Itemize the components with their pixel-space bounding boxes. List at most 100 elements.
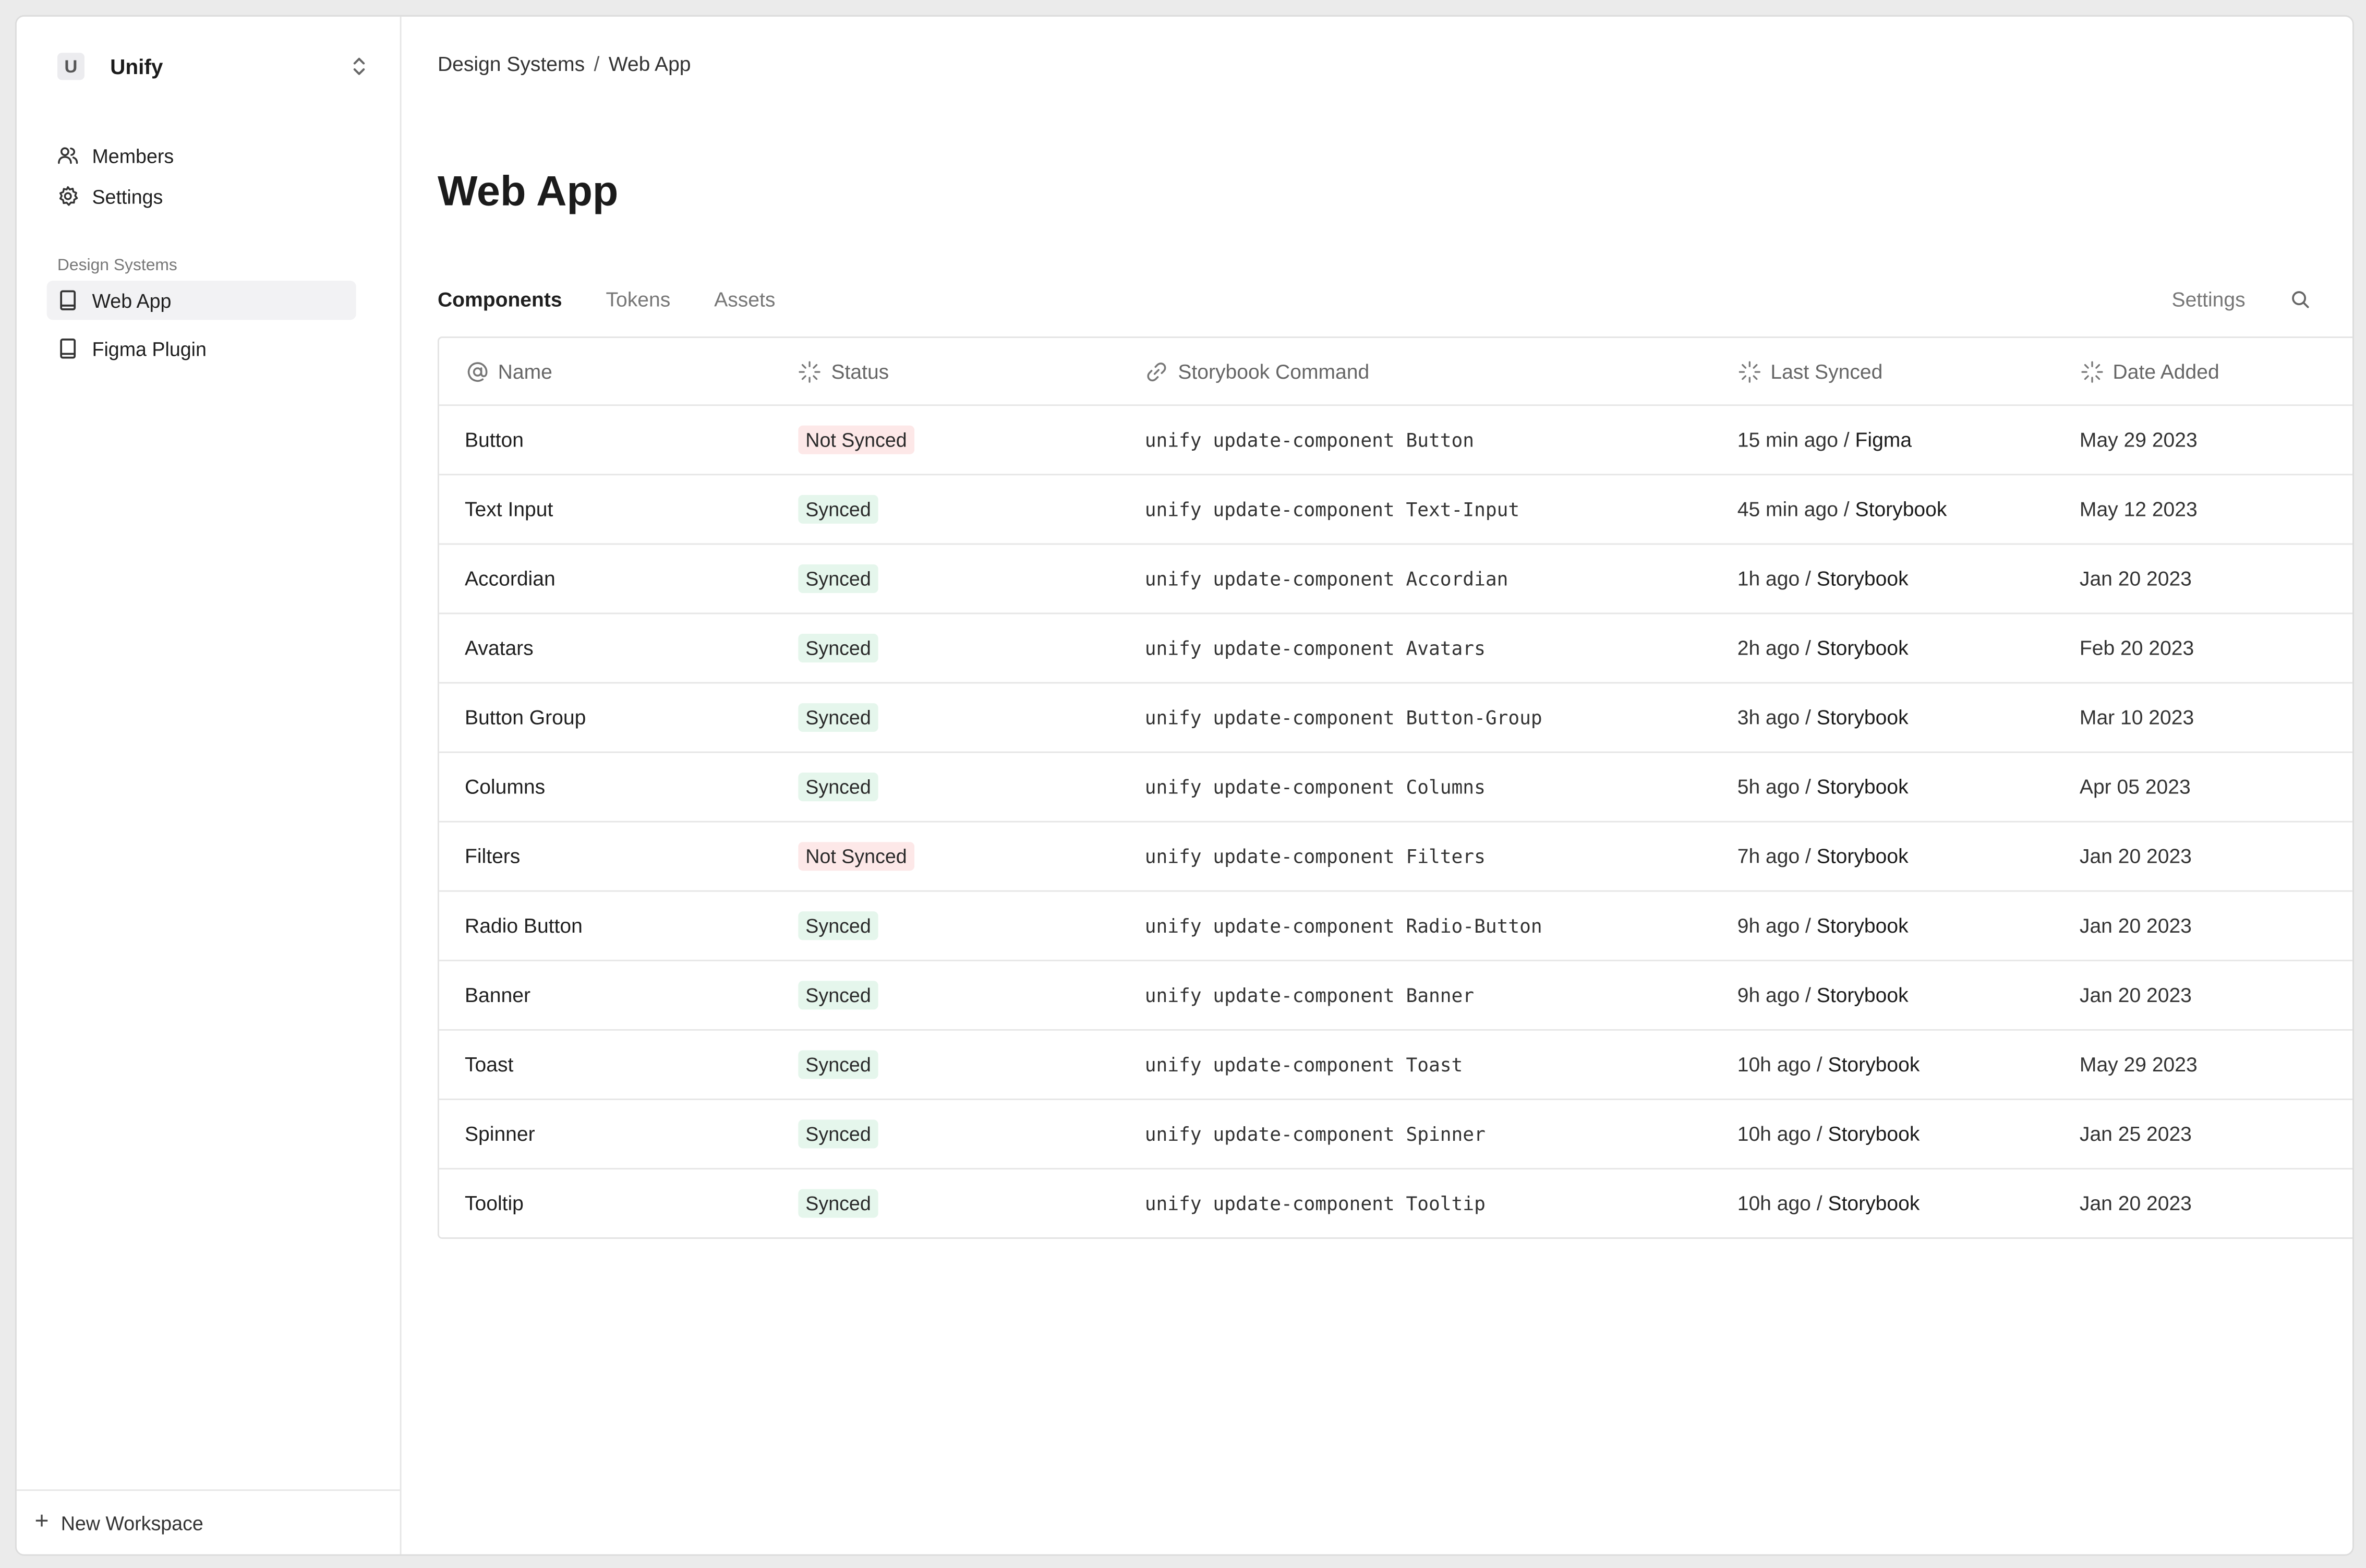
cell-date-added: Feb 20 2023 bbox=[2079, 636, 2194, 660]
cell-last-synced: 10h ago / Storybook bbox=[1724, 1053, 2066, 1076]
sidebar-item-web-app[interactable]: Web App bbox=[46, 281, 356, 320]
cell-status: Synced bbox=[786, 564, 1127, 593]
new-workspace-button[interactable]: + New Workspace bbox=[16, 1489, 400, 1554]
cell-name: Filters bbox=[465, 845, 521, 868]
status-badge: Synced bbox=[798, 564, 879, 593]
last-synced-time: 2h ago / bbox=[1737, 636, 1811, 660]
sidebar-item-settings[interactable]: Settings bbox=[47, 176, 356, 215]
search-icon[interactable] bbox=[2290, 290, 2310, 309]
cell-command: unify update-component Text-Input bbox=[1127, 498, 1724, 521]
cell-command: unify update-component Radio-Button bbox=[1127, 914, 1724, 937]
cell-last-synced: 5h ago / Storybook bbox=[1724, 776, 2066, 798]
cell-command: unify update-component Filters bbox=[1127, 845, 1724, 867]
tab-actions: Settings bbox=[2172, 288, 2311, 311]
cell-name: Avatars bbox=[465, 636, 534, 660]
cell-last-synced: 9h ago / Storybook bbox=[1724, 914, 2066, 937]
table-row[interactable]: Columns Synced unify update-component Co… bbox=[439, 751, 2353, 821]
cell-status: Not Synced bbox=[786, 425, 1127, 454]
settings-link[interactable]: Settings bbox=[2172, 288, 2246, 311]
cell-name: Columns bbox=[465, 775, 546, 799]
column-header-date-added[interactable]: Date Added bbox=[2066, 359, 2352, 383]
sidebar-item-members[interactable]: Members bbox=[47, 136, 356, 175]
workspace-avatar: U bbox=[57, 53, 85, 80]
status-badge: Synced bbox=[798, 1050, 879, 1079]
chevron-up-down-icon[interactable] bbox=[348, 54, 370, 78]
cell-last-synced: 7h ago / Storybook bbox=[1724, 845, 2066, 867]
cell-command: unify update-component Button bbox=[1127, 429, 1724, 451]
sidebar-item-label: Settings bbox=[92, 185, 163, 208]
at-sign-icon bbox=[465, 359, 489, 383]
sidebar-item-figma-plugin[interactable]: Figma Plugin bbox=[47, 329, 356, 368]
cell-name: Button bbox=[465, 428, 524, 451]
column-header-label: Name bbox=[498, 359, 552, 383]
cell-date-added: Mar 10 2023 bbox=[2079, 706, 2194, 729]
cell-date-added: May 29 2023 bbox=[2079, 1053, 2198, 1076]
last-synced-source: Storybook bbox=[1828, 1053, 1920, 1076]
table-row[interactable]: Button Not Synced unify update-component… bbox=[439, 404, 2353, 474]
command-text: unify update-component Button bbox=[1144, 428, 1475, 451]
last-synced-time: 10h ago / bbox=[1737, 1192, 1822, 1215]
status-badge: Synced bbox=[798, 634, 879, 662]
last-synced-time: 15 min ago / bbox=[1737, 428, 1850, 451]
sidebar-item-label: Web App bbox=[92, 288, 172, 312]
last-synced-time: 1h ago / bbox=[1737, 567, 1811, 590]
last-synced-source: Storybook bbox=[1816, 914, 1909, 937]
loader-icon bbox=[798, 359, 822, 383]
last-synced-time: 3h ago / bbox=[1737, 706, 1811, 729]
breadcrumb-parent[interactable]: Design Systems bbox=[438, 53, 585, 75]
last-synced-time: 10h ago / bbox=[1737, 1123, 1822, 1145]
column-header-status[interactable]: Status bbox=[786, 359, 1127, 383]
cell-last-synced: 2h ago / Storybook bbox=[1724, 637, 2066, 659]
cell-date-added: Jan 20 2023 bbox=[2079, 914, 2192, 937]
cell-status: Synced bbox=[786, 1119, 1127, 1149]
table-row[interactable]: Banner Synced unify update-component Ban… bbox=[439, 959, 2353, 1029]
cell-name: Tooltip bbox=[465, 1192, 524, 1215]
cell-status: Synced bbox=[786, 494, 1127, 524]
table-row[interactable]: Accordian Synced unify update-component … bbox=[439, 543, 2353, 612]
status-badge: Synced bbox=[798, 911, 879, 940]
cell-date-added: Jan 25 2023 bbox=[2079, 1123, 2192, 1145]
table-row[interactable]: Button Group Synced unify update-compone… bbox=[439, 682, 2353, 752]
workspace-switcher[interactable]: U Unify bbox=[57, 50, 370, 83]
last-synced-time: 5h ago / bbox=[1737, 775, 1811, 799]
last-synced-source: Storybook bbox=[1855, 498, 1947, 521]
table-row[interactable]: Filters Not Synced unify update-componen… bbox=[439, 821, 2353, 890]
tab-tokens[interactable]: Tokens bbox=[606, 288, 670, 311]
cell-status: Synced bbox=[786, 634, 1127, 662]
last-synced-time: 9h ago / bbox=[1737, 984, 1811, 1007]
status-badge: Not Synced bbox=[798, 842, 915, 871]
cell-name: Banner bbox=[465, 984, 530, 1007]
cell-status: Synced bbox=[786, 911, 1127, 940]
table-row[interactable]: Avatars Synced unify update-component Av… bbox=[439, 612, 2353, 682]
last-synced-source: Storybook bbox=[1816, 706, 1909, 729]
sidebar-item-label: Figma Plugin bbox=[92, 337, 207, 360]
command-text: unify update-component Button-Group bbox=[1144, 706, 1542, 729]
column-header-command[interactable]: Storybook Command bbox=[1127, 359, 1724, 383]
table-row[interactable]: Text Input Synced unify update-component… bbox=[439, 474, 2353, 543]
table-row[interactable]: Toast Synced unify update-component Toas… bbox=[439, 1029, 2353, 1099]
command-text: unify update-component Text-Input bbox=[1144, 498, 1520, 521]
command-text: unify update-component Accordian bbox=[1144, 567, 1508, 590]
book-icon bbox=[57, 338, 79, 359]
last-synced-source: Figma bbox=[1855, 428, 1912, 451]
status-badge: Synced bbox=[798, 1189, 879, 1218]
last-synced-time: 45 min ago / bbox=[1737, 498, 1850, 521]
table-row[interactable]: Tooltip Synced unify update-component To… bbox=[439, 1168, 2353, 1237]
table-row[interactable]: Spinner Synced unify update-component Sp… bbox=[439, 1099, 2353, 1168]
last-synced-source: Storybook bbox=[1828, 1123, 1920, 1145]
status-badge: Synced bbox=[798, 703, 879, 732]
column-header-name[interactable]: Name bbox=[439, 359, 786, 383]
tab-components[interactable]: Components bbox=[438, 288, 562, 311]
command-text: unify update-component Spinner bbox=[1144, 1123, 1486, 1145]
page-title: Web App bbox=[437, 167, 619, 214]
last-synced-source: Storybook bbox=[1816, 567, 1909, 590]
cell-last-synced: 45 min ago / Storybook bbox=[1724, 498, 2066, 521]
column-header-last-synced[interactable]: Last Synced bbox=[1724, 359, 2066, 383]
loader-icon bbox=[2080, 359, 2104, 383]
tab-assets[interactable]: Assets bbox=[714, 288, 775, 311]
table-row[interactable]: Radio Button Synced unify update-compone… bbox=[439, 890, 2353, 960]
command-text: unify update-component Radio-Button bbox=[1144, 914, 1542, 937]
cell-last-synced: 10h ago / Storybook bbox=[1724, 1192, 2066, 1214]
command-text: unify update-component Filters bbox=[1144, 845, 1486, 868]
sidebar: U Unify Members Settings Design Systems bbox=[16, 16, 402, 1554]
